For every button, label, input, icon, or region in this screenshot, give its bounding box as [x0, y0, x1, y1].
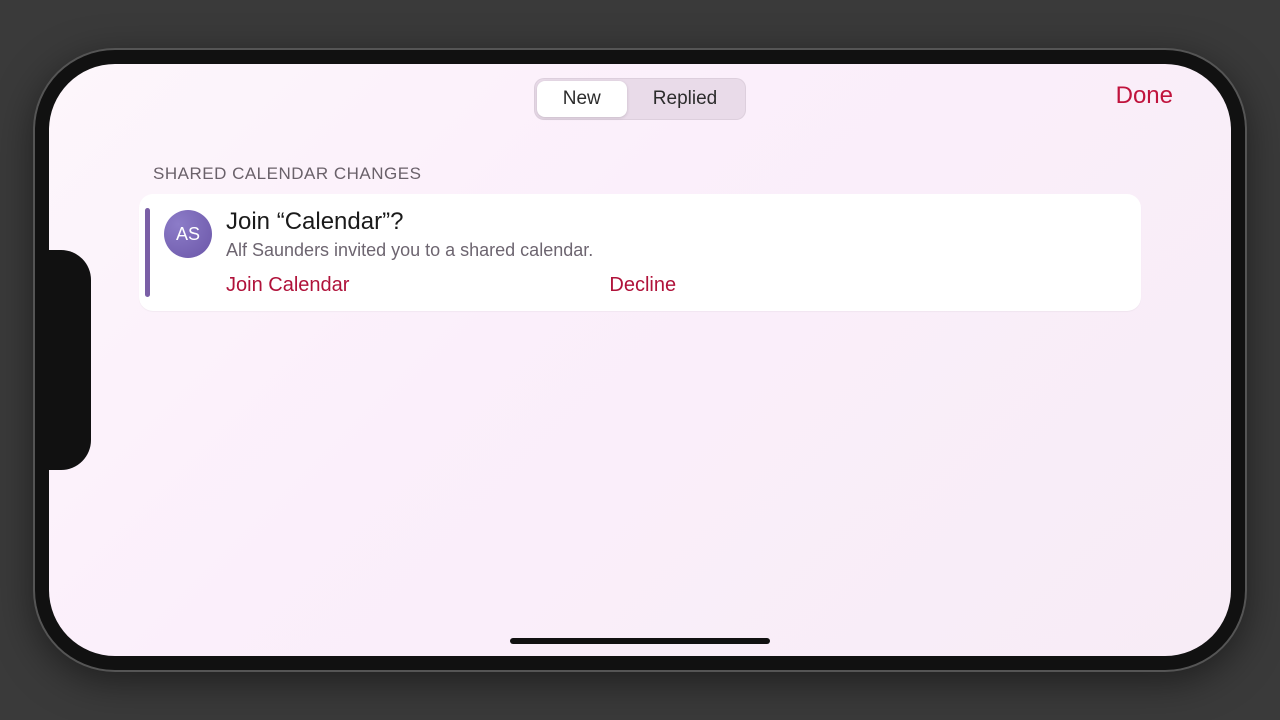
screen: New Replied Done SHARED CALENDAR CHANGES… [49, 64, 1231, 656]
notch [49, 250, 91, 470]
calendar-color-stripe [145, 208, 150, 297]
invite-subtitle: Alf Saunders invited you to a shared cal… [226, 239, 1123, 262]
invite-body: Join “Calendar”? Alf Saunders invited yo… [226, 208, 1123, 297]
content: SHARED CALENDAR CHANGES AS Join “Calenda… [49, 134, 1231, 311]
tab-replied[interactable]: Replied [627, 81, 743, 117]
header: New Replied Done [49, 64, 1231, 134]
home-indicator[interactable] [510, 638, 770, 644]
decline-button[interactable]: Decline [609, 274, 676, 297]
done-button[interactable]: Done [1116, 82, 1173, 110]
invite-title: Join “Calendar”? [226, 208, 1123, 237]
section-header: SHARED CALENDAR CHANGES [153, 164, 1141, 184]
tab-new[interactable]: New [537, 81, 627, 117]
segmented-control: New Replied [534, 78, 746, 120]
join-calendar-button[interactable]: Join Calendar [226, 274, 349, 297]
avatar: AS [164, 210, 212, 258]
invite-card: AS Join “Calendar”? Alf Saunders invited… [139, 194, 1141, 311]
invite-actions: Join Calendar Decline [226, 274, 1123, 297]
phone-frame: New Replied Done SHARED CALENDAR CHANGES… [35, 50, 1245, 670]
